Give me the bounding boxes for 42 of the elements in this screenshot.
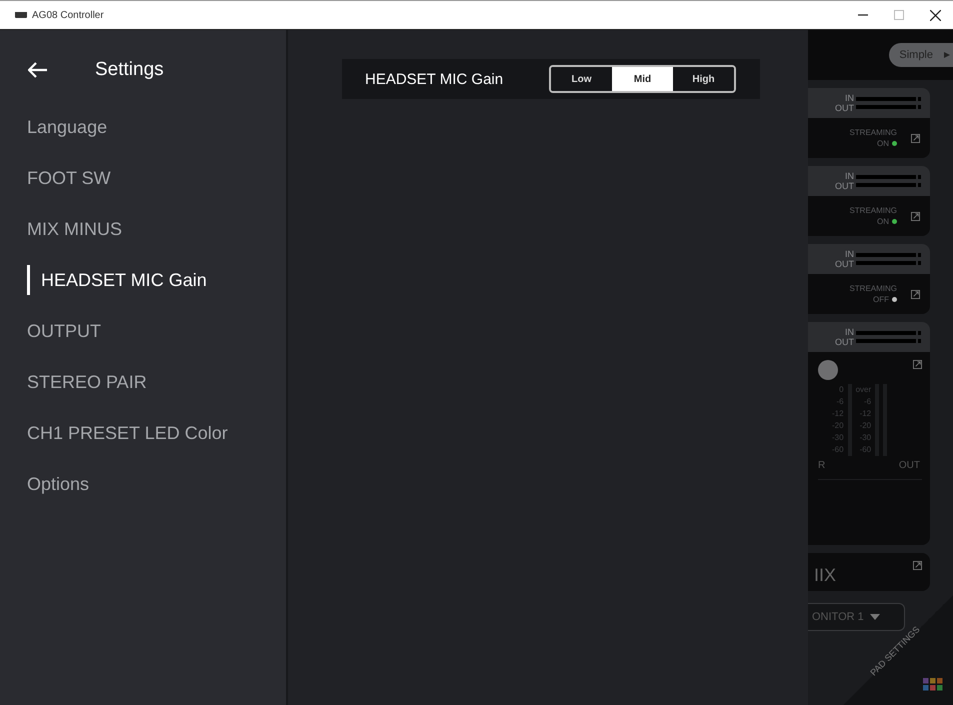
meter-label: OUT <box>835 337 854 347</box>
meter-label: OUT <box>835 259 854 269</box>
maximize-icon <box>894 10 904 20</box>
play-icon <box>944 52 950 58</box>
window-title: AG08 Controller <box>32 10 104 20</box>
external-link-icon <box>911 134 920 142</box>
streaming-status: ON <box>877 216 889 227</box>
meter-label: R <box>818 460 826 471</box>
setting-label: HEADSET MIC Gain <box>365 70 504 88</box>
sidebar-item[interactable]: OUTPUT <box>0 306 286 357</box>
back-button[interactable] <box>28 62 48 78</box>
meter-label: OUT <box>835 103 854 113</box>
meter-label: OUT <box>898 460 920 471</box>
external-link-icon <box>911 212 920 220</box>
settings-title: Settings <box>95 59 164 81</box>
meter-label: IN <box>844 327 854 337</box>
gain-option[interactable]: Mid <box>612 67 673 91</box>
knob-icon <box>818 360 838 380</box>
meter-label: OUT <box>835 181 854 191</box>
sidebar-item[interactable]: STEREO PAIR <box>0 357 286 408</box>
close-icon <box>930 10 940 20</box>
mix-title: IIX <box>814 565 836 586</box>
streaming-status: OFF <box>873 294 889 305</box>
streaming-label: STREAMING <box>849 127 897 138</box>
sidebar-item[interactable]: FOOT SW <box>0 153 286 204</box>
sidebar-item[interactable]: HEADSET MIC Gain <box>27 265 286 295</box>
app-icon <box>14 11 28 19</box>
color-grid-icon <box>923 678 943 691</box>
streaming-status: ON <box>877 138 889 149</box>
meter-label: IN <box>844 93 854 103</box>
sidebar-item[interactable]: CH1 PRESET LED Color <box>0 408 286 459</box>
sidebar-item[interactable]: Options <box>0 459 286 510</box>
streaming-label: STREAMING <box>849 205 897 216</box>
external-link-icon <box>913 360 922 369</box>
streaming-label: STREAMING <box>849 283 897 294</box>
meter-label: IN <box>844 171 854 181</box>
external-link-icon <box>911 290 920 298</box>
sidebar-item[interactable]: Language <box>0 102 286 153</box>
external-link-icon <box>913 561 922 570</box>
sidebar-item[interactable]: MIX MINUS <box>0 204 286 255</box>
meter-label: IN <box>844 249 854 259</box>
caret-icon <box>870 614 880 620</box>
